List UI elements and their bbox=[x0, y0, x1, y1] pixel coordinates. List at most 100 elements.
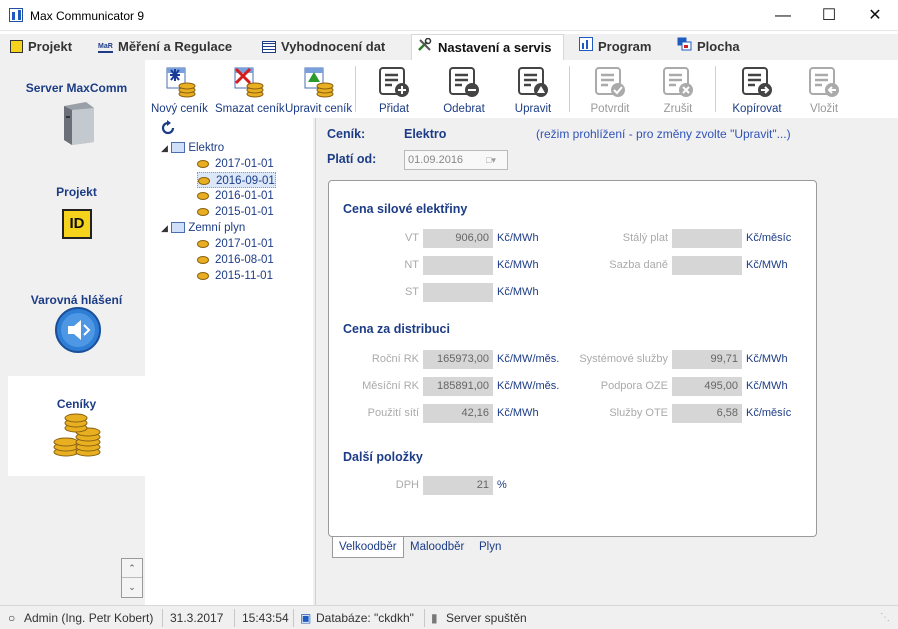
confirm-icon bbox=[595, 67, 625, 97]
field-label: Stálý plat bbox=[622, 232, 668, 244]
field-label: ST bbox=[404, 286, 419, 298]
field-label: VT bbox=[404, 232, 419, 244]
status-date: 31.3.2017 bbox=[170, 611, 224, 625]
tools-icon bbox=[417, 35, 433, 61]
maximize-button[interactable]: ☐ bbox=[806, 0, 852, 31]
edit-pricelist-button[interactable]: Upravit ceník bbox=[285, 64, 352, 118]
nav-ceniky[interactable]: Ceníky bbox=[8, 376, 145, 476]
tree-item[interactable]: 2016-01-01 bbox=[197, 188, 274, 204]
field-value[interactable] bbox=[423, 256, 493, 275]
field-label: Měsíční RK bbox=[362, 380, 419, 392]
new-pricelist-button[interactable]: Nový ceník bbox=[151, 64, 208, 118]
tree-item[interactable]: 2017-01-01 bbox=[197, 236, 274, 252]
field-value[interactable] bbox=[672, 256, 742, 275]
pricelist-label: Ceník: bbox=[327, 127, 366, 141]
status-separator bbox=[162, 609, 163, 627]
project-icon bbox=[10, 40, 23, 54]
field-label: Podpora OZE bbox=[600, 380, 668, 392]
coins-icon bbox=[53, 413, 101, 457]
minimize-button[interactable]: — bbox=[760, 0, 806, 31]
coin-icon bbox=[197, 271, 209, 280]
paste-button[interactable]: Vložit bbox=[799, 64, 849, 118]
menu-program[interactable]: Program bbox=[579, 34, 651, 60]
pricelist-name: Elektro bbox=[404, 127, 447, 141]
nav-scroll-buttons: ⌃ ⌄ bbox=[121, 558, 143, 598]
field-value[interactable]: 6,58 bbox=[672, 404, 742, 423]
project-id-icon: ID bbox=[62, 209, 92, 239]
table-icon bbox=[171, 222, 186, 234]
field-unit: Kč/měsíc bbox=[746, 407, 792, 419]
collapse-icon[interactable]: ◢ bbox=[161, 223, 168, 233]
scroll-down-button[interactable]: ⌄ bbox=[122, 578, 142, 597]
valid-from-field[interactable]: 01.09.2016 □▾ bbox=[404, 150, 508, 170]
pricelist-detail: Ceník: Elektro (režim prohlížení - pro z… bbox=[316, 118, 898, 605]
nav-server-maxcomm[interactable]: Server MaxComm bbox=[8, 60, 145, 160]
coin-icon bbox=[197, 191, 209, 200]
menu-mereni-regulace[interactable]: MaR Měření a Regulace bbox=[98, 34, 232, 60]
delete-pricelist-button[interactable]: Smazat ceník bbox=[215, 64, 285, 118]
toolbar: Nový ceník Smazat ceník Upravit ceník Př… bbox=[145, 60, 898, 118]
field-value[interactable]: 495,00 bbox=[672, 377, 742, 396]
server-status-icon: ▮ bbox=[431, 611, 438, 625]
paste-icon bbox=[809, 67, 839, 97]
field-value[interactable] bbox=[672, 229, 742, 248]
tree-item[interactable]: 2017-01-01 bbox=[197, 156, 274, 172]
status-server: Server spuštěn bbox=[446, 611, 527, 625]
field-label: NT bbox=[404, 259, 419, 271]
window-title: Max Communicator 9 bbox=[30, 9, 145, 23]
coin-icon bbox=[197, 207, 209, 216]
tab-plyn[interactable]: Plyn bbox=[473, 537, 507, 558]
tree-item[interactable]: 2016-09-01 bbox=[197, 172, 276, 188]
confirm-button[interactable]: Potvrdit bbox=[581, 64, 639, 118]
field-unit: % bbox=[497, 479, 507, 491]
nav-projekt[interactable]: Projekt ID bbox=[8, 164, 145, 264]
close-button[interactable]: ✕ bbox=[852, 0, 898, 31]
field-label: Systémové služby bbox=[579, 353, 668, 365]
remove-button[interactable]: Odebrat bbox=[435, 64, 493, 118]
menu-vyhodnoceni-dat[interactable]: Vyhodnocení dat bbox=[262, 34, 385, 60]
field-value[interactable]: 21 bbox=[423, 476, 493, 495]
edit-button[interactable]: Upravit bbox=[505, 64, 561, 118]
status-database: Databáze: "ckdkh" bbox=[316, 611, 414, 625]
menu-plocha[interactable]: Plocha bbox=[677, 34, 740, 60]
tab-maloodber[interactable]: Maloodběr bbox=[404, 537, 470, 558]
field-value[interactable]: 42,16 bbox=[423, 404, 493, 423]
cancel-button[interactable]: Zrušit bbox=[651, 64, 705, 118]
field-value[interactable]: 906,00 bbox=[423, 229, 493, 248]
toolbar-separator bbox=[569, 66, 570, 112]
price-panel: Cena silové elektřiny VT 906,00 Kč/MWh NT Kč… bbox=[328, 180, 817, 537]
tree-item[interactable]: 2015-01-01 bbox=[197, 204, 274, 220]
copy-button[interactable]: Kopírovat bbox=[727, 64, 787, 118]
field-unit: Kč/MWh bbox=[746, 259, 788, 271]
field-unit: Kč/MWh bbox=[497, 286, 539, 298]
resize-grip-icon[interactable]: ⋱ bbox=[880, 606, 890, 629]
tree-item[interactable]: 2015-11-01 bbox=[197, 268, 273, 284]
refresh-icon[interactable] bbox=[160, 120, 176, 136]
mar-icon: MaR bbox=[98, 41, 113, 53]
menu-projekt[interactable]: Projekt bbox=[10, 34, 72, 60]
field-value[interactable] bbox=[423, 283, 493, 302]
field-label: Roční RK bbox=[371, 353, 419, 365]
tree-group[interactable]: ◢ Zemní plyn bbox=[161, 220, 245, 236]
tree-item[interactable]: 2016-08-01 bbox=[197, 252, 274, 268]
copy-icon bbox=[742, 67, 772, 97]
field-value[interactable]: 165973,00 bbox=[423, 350, 493, 369]
field-label: Použití sítí bbox=[367, 407, 419, 419]
user-icon: ○ bbox=[8, 611, 16, 625]
new-pricelist-icon bbox=[166, 67, 196, 98]
calendar-dropdown-icon[interactable]: □▾ bbox=[486, 154, 504, 166]
section-distribution-title: Cena za distribuci bbox=[343, 322, 450, 336]
field-label: DPH bbox=[395, 479, 419, 491]
menu-nastaveni-servis[interactable]: Nastavení a servis bbox=[411, 34, 565, 61]
section-power-title: Cena silové elektřiny bbox=[343, 202, 468, 216]
scroll-up-button[interactable]: ⌃ bbox=[122, 559, 142, 578]
tree-group[interactable]: ◢ Elektro bbox=[161, 140, 224, 156]
field-value[interactable]: 185891,00 bbox=[423, 377, 493, 396]
add-button[interactable]: Přidat bbox=[367, 64, 421, 118]
main-menu: Projekt MaR Měření a Regulace Vyhodnocení… bbox=[0, 34, 898, 60]
nav-varovna-hlaseni[interactable]: Varovná hlášení bbox=[8, 272, 145, 372]
field-value[interactable]: 99,71 bbox=[672, 350, 742, 369]
tab-velkoodber[interactable]: Velkoodběr bbox=[332, 537, 404, 558]
collapse-icon[interactable]: ◢ bbox=[161, 143, 168, 153]
delete-pricelist-icon bbox=[234, 67, 264, 98]
